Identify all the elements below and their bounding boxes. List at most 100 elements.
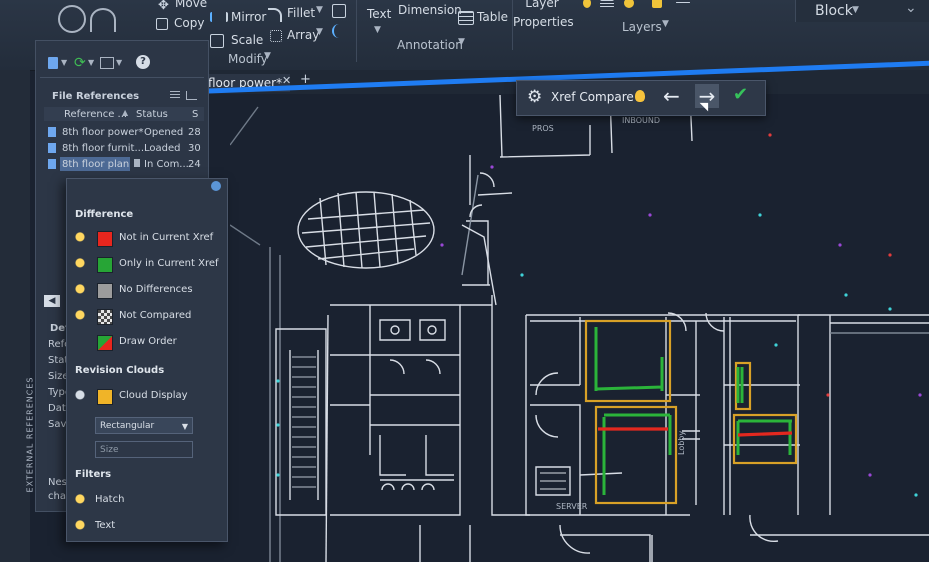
offset-icon[interactable] [332, 4, 346, 18]
filter-hatch-row[interactable]: Hatch [75, 493, 225, 509]
modify-dropdown-icon[interactable]: ▼ [264, 51, 271, 61]
text-button[interactable]: Text [367, 7, 391, 21]
reference-row-name[interactable]: 8th floor power* [62, 127, 144, 138]
filter-text-label: Text [95, 520, 116, 531]
table-button[interactable]: Table [477, 10, 508, 24]
circle-tool-icon[interactable] [58, 5, 86, 33]
tree-view-icon[interactable] [186, 91, 197, 100]
block-dropdown-icon[interactable]: ▼ [852, 5, 859, 15]
layer-properties-button[interactable]: Layer Properties [513, 0, 574, 32]
annotation-group-label[interactable]: Annotation [397, 38, 463, 52]
layers-group-label[interactable]: Layers [622, 20, 662, 34]
cloud-toggle-icon[interactable] [75, 390, 85, 404]
refresh-dropdown-icon[interactable]: ▼ [88, 58, 94, 67]
move-button[interactable]: Move [175, 0, 207, 10]
layers-dropdown-icon[interactable]: ▼ [662, 19, 669, 29]
previous-change-icon[interactable]: ← [663, 84, 680, 108]
bulb-icon[interactable] [75, 284, 85, 298]
layer-match-icon[interactable] [676, 0, 690, 4]
diff-label: No Differences [119, 284, 193, 295]
bulb-icon[interactable] [75, 232, 85, 246]
fillet-button[interactable]: Fillet [287, 6, 315, 20]
sort-ascending-icon[interactable]: ▲ [122, 108, 128, 117]
layer-states-icon[interactable] [600, 0, 614, 8]
scale-icon[interactable] [210, 34, 224, 48]
table-icon[interactable] [458, 11, 474, 25]
revision-clouds-heading: Revision Clouds [75, 365, 165, 376]
dwg-file-icon [48, 127, 56, 137]
label-server: SERVER [556, 502, 588, 511]
gear-icon[interactable]: ⚙ [527, 87, 542, 107]
modify-group-label[interactable]: Modify [228, 52, 268, 66]
cloud-size-field[interactable]: Size [95, 441, 193, 458]
accept-checkmark-icon[interactable]: ✔ [733, 84, 748, 105]
array-icon[interactable] [270, 30, 282, 42]
mirror-icon[interactable] [210, 12, 228, 22]
list-view-icon[interactable] [170, 91, 180, 99]
annotation-dropdown-icon[interactable]: ▼ [458, 37, 465, 47]
layer-freeze-icon[interactable] [624, 0, 634, 8]
attach-dropdown-icon[interactable]: ▼ [61, 58, 67, 67]
block-group-label[interactable]: Block [815, 3, 853, 19]
draw-order-icon[interactable] [97, 335, 113, 351]
xref-compare-panel: Difference Not in Current Xref Only in C… [66, 178, 228, 542]
panel-menu-icon[interactable] [211, 181, 221, 191]
drawing-canvas[interactable]: SERVER Lobby INBOUND PROS [230, 95, 929, 562]
help-icon[interactable]: ? [136, 55, 150, 69]
diff-row-draw-order[interactable]: Draw Order [75, 335, 225, 351]
fillet-dropdown-icon[interactable]: ▼ [316, 5, 323, 15]
copy-button[interactable]: Copy [174, 16, 204, 30]
attach-dwg-icon[interactable] [48, 57, 58, 69]
filters-heading: Filters [75, 469, 112, 480]
reference-row-name[interactable]: 8th floor plan [62, 159, 129, 170]
checker-swatch-icon[interactable] [97, 309, 113, 325]
cloud-size-placeholder: Size [100, 445, 119, 455]
diff-row-not-compared[interactable]: Not Compared [75, 309, 225, 325]
ribbon-separator [356, 0, 357, 62]
column-header-reference[interactable]: Reference ... [64, 109, 127, 120]
diff-row-only-in-current[interactable]: Only in Current Xref [75, 257, 225, 273]
bulb-icon[interactable] [75, 258, 85, 272]
change-path-icon[interactable] [100, 57, 114, 69]
palette-vertical-title: EXTERNAL REFERENCES [25, 376, 35, 493]
column-header-size[interactable]: S [192, 109, 198, 120]
arc-tool-icon[interactable] [90, 8, 116, 32]
diff-row-not-in-current[interactable]: Not in Current Xref [75, 231, 225, 247]
array-dropdown-icon[interactable]: ▼ [316, 27, 323, 37]
reference-row-size: 30 [188, 143, 201, 154]
lightbulb-icon[interactable] [635, 90, 645, 102]
move-icon[interactable]: ✥ [158, 0, 174, 13]
reference-row-name[interactable]: 8th floor furnit... [62, 143, 144, 154]
reference-row-status: Opened [144, 127, 184, 138]
copy-icon[interactable] [156, 18, 168, 30]
diff-row-no-differences[interactable]: No Differences [75, 283, 225, 299]
color-swatch-gray[interactable] [97, 283, 113, 299]
cloud-color-swatch[interactable] [97, 389, 113, 405]
text-dropdown-icon[interactable]: ▼ [374, 25, 381, 35]
array-button[interactable]: Array [287, 28, 319, 42]
fillet-icon[interactable] [268, 8, 282, 22]
bulb-icon[interactable] [75, 310, 85, 324]
cloud-display-row[interactable]: Cloud Display [75, 389, 225, 405]
dimension-button[interactable]: Dimension [398, 3, 462, 17]
column-header-status[interactable]: Status [136, 109, 168, 120]
mirror-button[interactable]: Mirror [231, 10, 266, 24]
label-lobby: Lobby [677, 431, 686, 455]
scroll-left-icon[interactable]: ◀ [44, 295, 60, 307]
color-swatch-green[interactable] [97, 257, 113, 273]
change-path-dropdown-icon[interactable]: ▼ [116, 58, 122, 67]
refresh-icon[interactable]: ⟳ [74, 55, 86, 71]
panel-expand-icon[interactable]: ⌄ [905, 0, 917, 16]
color-swatch-red[interactable] [97, 231, 113, 247]
layer-lock-icon[interactable] [652, 0, 662, 8]
chevron-down-icon[interactable]: ▼ [182, 418, 188, 435]
cloud-shape-value: Rectangular [100, 421, 155, 431]
scale-button[interactable]: Scale [231, 33, 263, 47]
filter-text-row[interactable]: Text [75, 519, 225, 535]
text-filter-icon[interactable] [75, 520, 85, 534]
layer-bulb-icon[interactable] [583, 0, 591, 8]
hatch-filter-icon[interactable] [75, 494, 85, 508]
offset-curve-icon[interactable] [332, 24, 346, 38]
cloud-shape-select[interactable]: Rectangular ▼ [95, 417, 193, 434]
diff-label: Not Compared [119, 310, 192, 321]
